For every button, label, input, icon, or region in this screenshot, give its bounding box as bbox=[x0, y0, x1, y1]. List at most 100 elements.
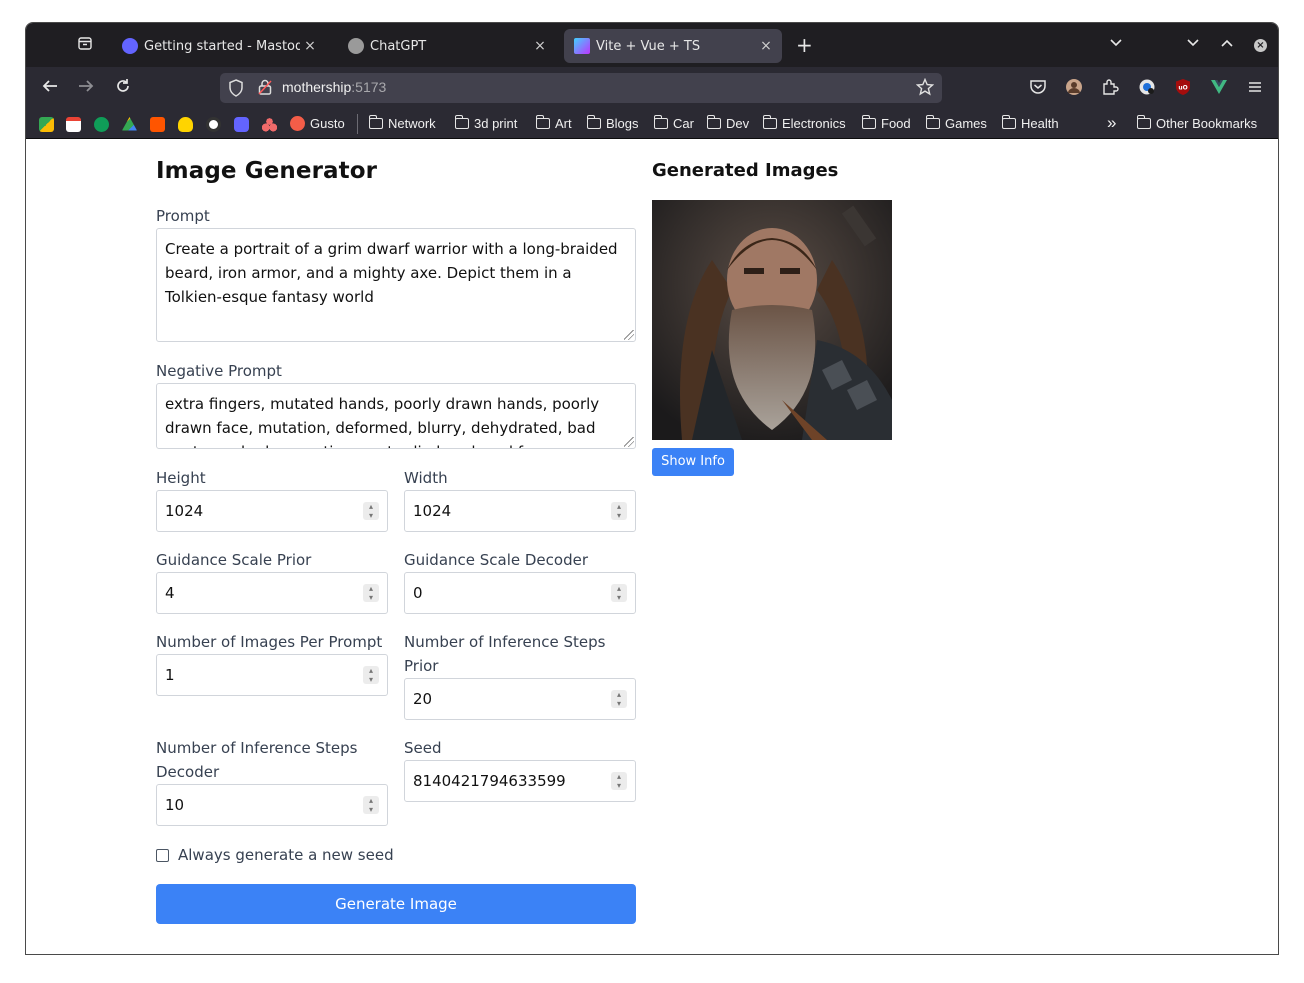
folder-icon bbox=[762, 115, 777, 129]
negative-prompt-textarea[interactable]: extra fingers, mutated hands, poorly dra… bbox=[156, 383, 636, 449]
seed-value: 8140421794633599 bbox=[413, 772, 566, 790]
back-icon[interactable] bbox=[41, 77, 59, 100]
images-per-prompt-value: 1 bbox=[165, 666, 175, 684]
guidance-scale-decoder-label: Guidance Scale Decoder bbox=[404, 551, 589, 569]
inference-steps-prior-input[interactable]: 20 ▴ ▾ bbox=[404, 678, 636, 720]
mastodon-icon[interactable] bbox=[234, 117, 249, 132]
bookmark-label: Health bbox=[1021, 116, 1059, 131]
bookmark-folder-3d-print[interactable]: 3d print bbox=[454, 115, 517, 131]
close-tab-icon[interactable]: × bbox=[756, 38, 776, 54]
tab-strip: Getting started - Mastodon × ChatGPT × V… bbox=[26, 23, 1278, 67]
soundcloud-icon[interactable] bbox=[150, 117, 165, 132]
insecure-lock-icon[interactable] bbox=[258, 79, 272, 95]
google-drive-icon[interactable] bbox=[122, 117, 137, 131]
gmail-icon[interactable] bbox=[66, 117, 81, 132]
ublock-origin-icon[interactable]: uO bbox=[1174, 78, 1194, 98]
bookmark-label: Art bbox=[555, 116, 572, 131]
height-input[interactable]: 1024 ▴ ▾ bbox=[156, 490, 388, 532]
spinner-icon[interactable]: ▴ ▾ bbox=[363, 666, 379, 684]
close-tab-icon[interactable]: × bbox=[300, 38, 320, 54]
reload-icon[interactable] bbox=[114, 77, 132, 100]
results-title: Generated Images bbox=[652, 160, 839, 181]
bookmarks-overflow-icon[interactable]: » bbox=[1107, 113, 1116, 133]
svg-text:uO: uO bbox=[1178, 85, 1187, 92]
generate-image-button[interactable]: Generate Image bbox=[156, 884, 636, 924]
evernote-icon[interactable] bbox=[94, 117, 109, 132]
url-host: mothership bbox=[282, 79, 352, 95]
width-input[interactable]: 1024 ▴ ▾ bbox=[404, 490, 636, 532]
nav-toolbar: mothership:5173 uO bbox=[26, 67, 1278, 109]
new-tab-button[interactable]: + bbox=[796, 35, 813, 55]
spinner-icon[interactable]: ▴ ▾ bbox=[611, 502, 627, 520]
url-text[interactable]: mothership:5173 bbox=[282, 79, 386, 95]
ghost-icon[interactable] bbox=[178, 117, 193, 132]
privacy-extension-icon[interactable] bbox=[1138, 78, 1158, 98]
bookmark-folder-electronics[interactable]: Electronics bbox=[762, 115, 846, 131]
vite-icon bbox=[574, 38, 590, 54]
generated-image[interactable] bbox=[652, 200, 892, 440]
show-info-button[interactable]: Show Info bbox=[652, 448, 734, 476]
bookmark-star-icon[interactable] bbox=[915, 77, 935, 100]
bookmarks-toolbar: Gusto Network 3d print Art Blogs Car Dev… bbox=[26, 109, 1278, 139]
folder-icon bbox=[586, 115, 601, 129]
inference-steps-decoder-value: 10 bbox=[165, 796, 185, 814]
bookmark-folder-blogs[interactable]: Blogs bbox=[586, 115, 639, 131]
pocket-icon[interactable] bbox=[1029, 78, 1049, 98]
inference-steps-decoder-input[interactable]: 10 ▴ ▾ bbox=[156, 784, 388, 826]
new-seed-label[interactable]: Always generate a new seed bbox=[178, 843, 394, 867]
vue-devtools-icon[interactable] bbox=[1210, 78, 1230, 98]
close-window-icon[interactable]: × bbox=[1254, 39, 1267, 52]
guidance-scale-prior-input[interactable]: 4 ▴ ▾ bbox=[156, 572, 388, 614]
width-label: Width bbox=[404, 469, 448, 487]
spinner-icon[interactable]: ▴ ▾ bbox=[611, 772, 627, 790]
bookmark-folder-art[interactable]: Art bbox=[535, 115, 572, 131]
resize-grip-icon[interactable] bbox=[624, 330, 634, 340]
inference-steps-decoder-label: Number of Inference Steps Decoder bbox=[156, 739, 358, 781]
seed-input[interactable]: 8140421794633599 ▴ ▾ bbox=[404, 760, 636, 802]
bookmark-folder-network[interactable]: Network bbox=[368, 115, 436, 131]
tab-chatgpt[interactable]: ChatGPT × bbox=[338, 29, 556, 63]
spinner-icon[interactable]: ▴ ▾ bbox=[611, 690, 627, 708]
extensions-icon[interactable] bbox=[1101, 78, 1121, 98]
spinner-icon[interactable]: ▴ ▾ bbox=[363, 502, 379, 520]
tab-overview-icon[interactable] bbox=[74, 35, 96, 57]
negative-prompt-text: extra fingers, mutated hands, poorly dra… bbox=[165, 395, 600, 448]
bookmark-label: Food bbox=[881, 116, 911, 131]
profile-avatar-icon[interactable] bbox=[1065, 78, 1085, 98]
bookmark-folder-car[interactable]: Car bbox=[653, 115, 694, 131]
url-bar[interactable]: mothership:5173 bbox=[220, 73, 942, 103]
images-per-prompt-label: Number of Images Per Prompt bbox=[156, 633, 383, 651]
tab-vite-vue[interactable]: Vite + Vue + TS × bbox=[564, 29, 782, 63]
bookmark-folder-other[interactable]: Other Bookmarks bbox=[1136, 115, 1257, 131]
openai-icon[interactable] bbox=[206, 117, 221, 132]
google-chat-icon[interactable] bbox=[39, 117, 54, 132]
bookmark-folder-food[interactable]: Food bbox=[861, 115, 911, 131]
tab-mastodon[interactable]: Getting started - Mastodon × bbox=[112, 29, 326, 63]
tab-title: ChatGPT bbox=[370, 38, 427, 54]
bookmark-folder-dev[interactable]: Dev bbox=[706, 115, 749, 131]
folder-icon bbox=[454, 115, 469, 129]
prompt-textarea[interactable]: Create a portrait of a grim dwarf warrio… bbox=[156, 228, 636, 342]
guidance-scale-decoder-input[interactable]: 0 ▴ ▾ bbox=[404, 572, 636, 614]
menu-icon[interactable] bbox=[1246, 78, 1266, 98]
close-tab-icon[interactable]: × bbox=[530, 38, 550, 54]
minimize-icon[interactable] bbox=[1186, 36, 1200, 52]
forward-icon[interactable] bbox=[77, 77, 95, 100]
spinner-icon[interactable]: ▴ ▾ bbox=[363, 796, 379, 814]
new-seed-checkbox[interactable] bbox=[156, 849, 169, 862]
asana-icon[interactable] bbox=[262, 117, 277, 132]
shield-icon[interactable] bbox=[228, 79, 244, 101]
spinner-icon[interactable]: ▴ ▾ bbox=[611, 584, 627, 602]
images-per-prompt-input[interactable]: 1 ▴ ▾ bbox=[156, 654, 388, 696]
bookmark-folder-games[interactable]: Games bbox=[925, 115, 987, 131]
spinner-icon[interactable]: ▴ ▾ bbox=[363, 584, 379, 602]
maximize-icon[interactable] bbox=[1220, 36, 1234, 52]
bookmark-folder-health[interactable]: Health bbox=[1001, 115, 1059, 131]
resize-grip-icon[interactable] bbox=[624, 437, 634, 447]
inference-steps-prior-label: Number of Inference Steps Prior bbox=[404, 633, 606, 675]
bookmark-gusto[interactable]: Gusto bbox=[290, 116, 345, 131]
guidance-scale-decoder-value: 0 bbox=[413, 584, 423, 602]
width-value: 1024 bbox=[413, 502, 452, 520]
list-all-tabs-icon[interactable] bbox=[1109, 36, 1123, 52]
bookmark-label: Games bbox=[945, 116, 987, 131]
